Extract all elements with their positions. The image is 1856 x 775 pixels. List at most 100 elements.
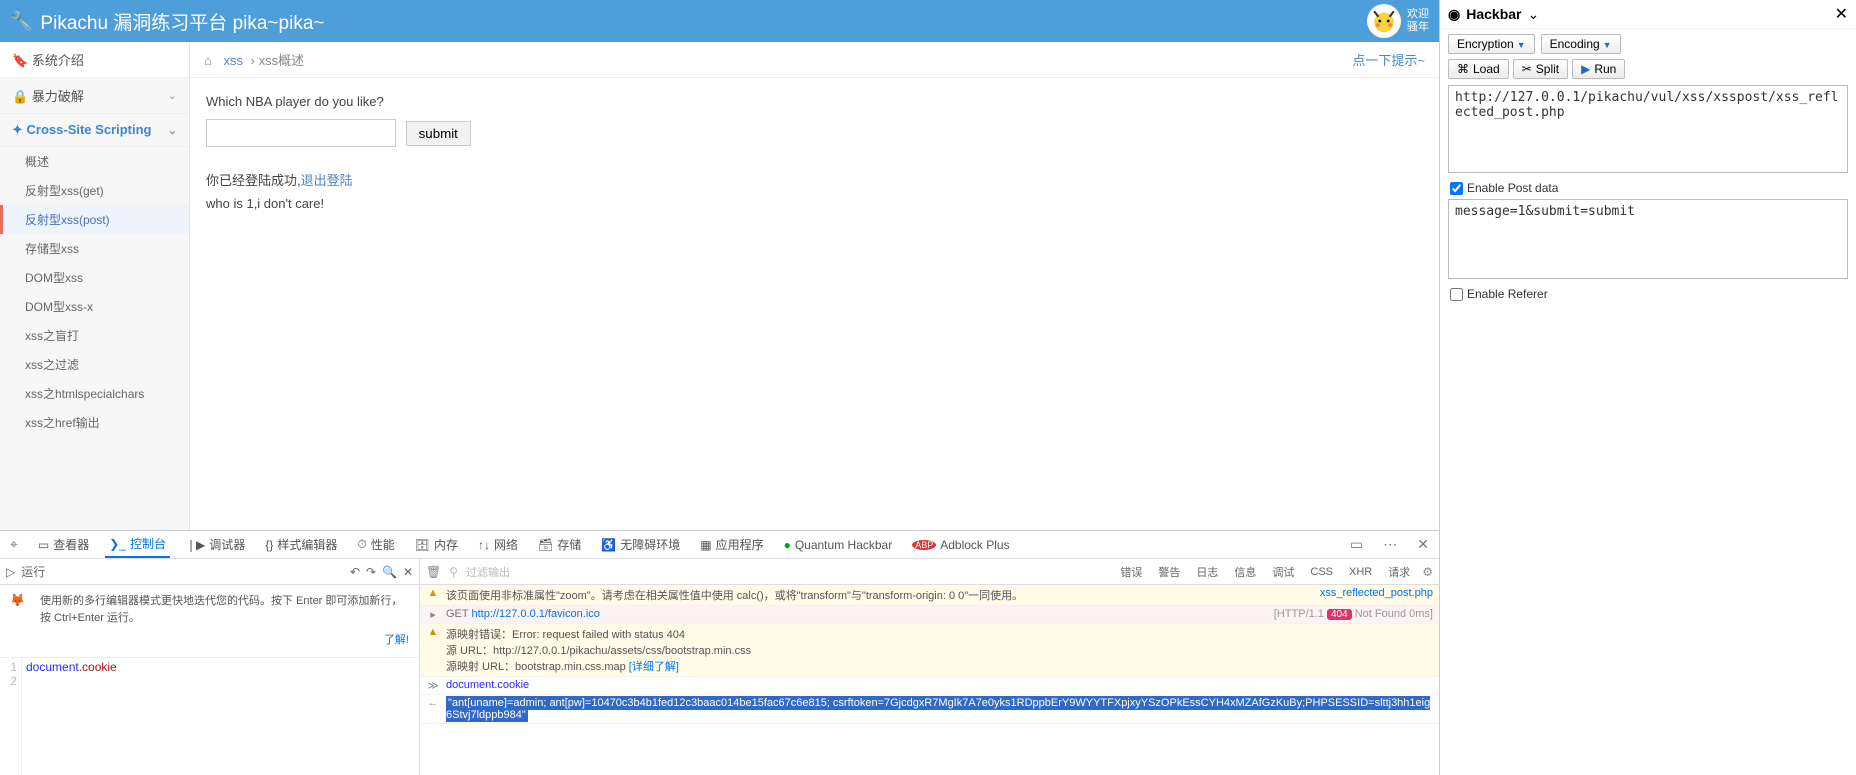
pill-xhr[interactable]: XHR bbox=[1345, 564, 1376, 580]
devtools-panel: ⌖ ▭查看器 ❯_控制台 ❘▶调试器 {}样式编辑器 ⏱性能 🗄内存 ↑↓网络 … bbox=[0, 530, 1439, 775]
result-line: who is 1,i don't care! bbox=[206, 196, 324, 211]
sidebar-sub-domx[interactable]: DOM型xss-x bbox=[0, 292, 189, 321]
pikachu-avatar bbox=[1367, 4, 1401, 38]
tab-console[interactable]: ❯_控制台 bbox=[105, 531, 170, 558]
sidebar-sub-href[interactable]: xss之href输出 bbox=[0, 408, 189, 437]
submit-button[interactable]: submit bbox=[406, 121, 471, 146]
split-icon: ✂ bbox=[1522, 62, 1532, 76]
pill-error[interactable]: 错误 bbox=[1116, 562, 1146, 582]
dock-icon[interactable]: ▭ bbox=[1346, 534, 1367, 555]
tab-a11y[interactable]: ♿无障碍环境 bbox=[597, 532, 684, 557]
hint-link[interactable]: 点一下提示~ bbox=[1352, 50, 1425, 69]
output-icon: ← bbox=[426, 697, 440, 709]
tab-app[interactable]: ▦应用程序 bbox=[696, 532, 767, 557]
search-icon[interactable]: 🔍 bbox=[382, 565, 397, 579]
url-link[interactable]: http://127.0.0.1/favicon.ico bbox=[471, 608, 599, 620]
chevron-down-icon: ⌄ bbox=[168, 124, 177, 137]
sidebar-sub-hsc[interactable]: xss之htmlspecialchars bbox=[0, 379, 189, 408]
learn-more-link[interactable]: [详细了解] bbox=[629, 661, 679, 673]
enable-post-checkbox[interactable]: Enable Post data bbox=[1440, 179, 1856, 197]
console-msg: GET http://127.0.0.1/favicon.ico bbox=[446, 608, 1268, 620]
more-icon[interactable]: ⋯ bbox=[1379, 534, 1401, 555]
sidebar-sub-stored[interactable]: 存储型xss bbox=[0, 234, 189, 263]
run-button[interactable]: ▶Run bbox=[1572, 59, 1625, 79]
expand-icon[interactable]: ▸ bbox=[426, 608, 440, 621]
tab-storage[interactable]: 🗃存储 bbox=[534, 532, 585, 557]
post-data-textarea[interactable]: message=1&submit=submit bbox=[1448, 199, 1848, 279]
hackbar-panel: ◉Hackbar⌄ ✕ Encryption▼ Encoding▼ ⌘Load … bbox=[1440, 0, 1856, 775]
logout-link[interactable]: 退出登陆 bbox=[301, 173, 353, 188]
chevron-down-icon[interactable]: ⌄ bbox=[1527, 6, 1539, 23]
pill-warn[interactable]: 警告 bbox=[1154, 562, 1184, 582]
question-text: Which NBA player do you like? bbox=[206, 94, 1423, 109]
post-checkbox-input[interactable] bbox=[1450, 182, 1463, 195]
hackbar-title: Hackbar bbox=[1466, 6, 1521, 22]
sidebar-sub-get[interactable]: 反射型xss(get) bbox=[0, 176, 189, 205]
pill-log[interactable]: 日志 bbox=[1192, 562, 1222, 582]
close-editor-icon[interactable]: ✕ bbox=[403, 565, 413, 579]
pill-info[interactable]: 信息 bbox=[1230, 562, 1260, 582]
code-editor[interactable]: document.cookie bbox=[22, 658, 419, 775]
warn-icon: ▲ bbox=[426, 626, 440, 638]
key-icon: 🔧 bbox=[10, 11, 32, 32]
tab-style[interactable]: {}样式编辑器 bbox=[261, 532, 341, 557]
encoding-dropdown[interactable]: Encoding▼ bbox=[1541, 34, 1621, 54]
sidebar-sub-filter[interactable]: xss之过滤 bbox=[0, 350, 189, 379]
referer-checkbox-input[interactable] bbox=[1450, 288, 1463, 301]
inspect-icon[interactable]: ⌖ bbox=[6, 534, 22, 555]
close-devtools-icon[interactable]: ✕ bbox=[1413, 534, 1433, 555]
sidebar-sub-dom[interactable]: DOM型xss bbox=[0, 263, 189, 292]
console-input: document.cookie bbox=[446, 679, 1433, 691]
sidebar-sub-post[interactable]: 反射型xss(post) bbox=[0, 205, 189, 234]
pill-css[interactable]: CSS bbox=[1306, 564, 1337, 580]
gear-icon[interactable]: ⚙ bbox=[1422, 565, 1433, 579]
load-icon: ⌘ bbox=[1457, 62, 1469, 76]
pill-req[interactable]: 请求 bbox=[1384, 562, 1414, 582]
warn-icon: ▲ bbox=[426, 587, 440, 599]
sidebar-sub-overview[interactable]: 概述 bbox=[0, 147, 189, 176]
message-input[interactable] bbox=[206, 119, 396, 147]
tab-network[interactable]: ↑↓网络 bbox=[474, 532, 522, 557]
console-src[interactable]: xss_reflected_post.php bbox=[1320, 587, 1433, 599]
sidebar-item-xss[interactable]: ✦ Cross-Site Scripting⌄ bbox=[0, 114, 189, 147]
editor-hint: 使用新的多行编辑器模式更快地迭代您的代码。按下 Enter 即可添加新行，按 C… bbox=[40, 593, 409, 626]
console-output-value[interactable]: "ant[uname]=admin; ant[pw]=10470c3b4b1fe… bbox=[446, 697, 1433, 721]
run-icon: ▶ bbox=[1581, 62, 1590, 76]
tab-inspector[interactable]: ▭查看器 bbox=[34, 532, 93, 557]
app-title: Pikachu 漏洞练习平台 pika~pika~ bbox=[40, 8, 1367, 35]
history-back-icon[interactable]: ↶ bbox=[350, 565, 360, 579]
run-label: 运行 bbox=[21, 563, 344, 580]
load-button[interactable]: ⌘Load bbox=[1448, 59, 1509, 79]
tab-abp[interactable]: ABPAdblock Plus bbox=[908, 534, 1013, 556]
sidebar-item-brute[interactable]: 🔒 暴力破解⌄ bbox=[0, 78, 189, 114]
logged-in-text: 你已经登陆成功, bbox=[206, 173, 301, 188]
console-msg: 该页面使用非标准属性"zoom"。请考虑在相关属性值中使用 calc()，或将"… bbox=[446, 587, 1314, 603]
breadcrumb-root[interactable]: xss bbox=[223, 53, 243, 68]
breadcrumb: ⌂ xss › xss概述 点一下提示~ bbox=[190, 42, 1439, 78]
console-status: [HTTP/1.1 404 Not Found 0ms] bbox=[1274, 608, 1433, 620]
split-button[interactable]: ✂Split bbox=[1513, 59, 1568, 79]
learn-link[interactable]: 了解! bbox=[40, 632, 409, 649]
history-fwd-icon[interactable]: ↷ bbox=[366, 565, 376, 579]
console-msg: 源映射错误：Error: request failed with status … bbox=[446, 626, 1433, 674]
filter-input[interactable]: 过滤输出 bbox=[466, 564, 1108, 580]
pikachu-header: 🔧 Pikachu 漏洞练习平台 pika~pika~ 欢迎 骚年 bbox=[0, 0, 1439, 42]
sidebar-item-intro[interactable]: 🔖 系统介绍 bbox=[0, 42, 189, 78]
run-icon[interactable]: ▷ bbox=[6, 565, 15, 579]
trash-icon[interactable]: 🗑 bbox=[426, 565, 441, 579]
pill-debug[interactable]: 调试 bbox=[1268, 562, 1298, 582]
enable-referer-checkbox[interactable]: Enable Referer bbox=[1440, 285, 1856, 303]
tab-quantum[interactable]: ●Quantum Hackbar bbox=[780, 534, 897, 556]
url-textarea[interactable]: http://127.0.0.1/pikachu/vul/xss/xsspost… bbox=[1448, 85, 1848, 173]
home-icon[interactable]: ⌂ bbox=[204, 53, 212, 68]
tab-memory[interactable]: 🗄内存 bbox=[411, 532, 462, 557]
encryption-dropdown[interactable]: Encryption▼ bbox=[1448, 34, 1535, 54]
sidebar-sub-blind[interactable]: xss之盲打 bbox=[0, 321, 189, 350]
filter-icon: ⚲ bbox=[449, 565, 458, 579]
close-hackbar-icon[interactable]: ✕ bbox=[1835, 4, 1848, 24]
tab-debugger[interactable]: ❘▶调试器 bbox=[182, 532, 249, 557]
tab-perf[interactable]: ⏱性能 bbox=[353, 532, 398, 557]
welcome-text: 欢迎 骚年 bbox=[1407, 8, 1429, 34]
input-icon: ≫ bbox=[426, 679, 440, 692]
line-gutter: 12 bbox=[0, 658, 22, 775]
